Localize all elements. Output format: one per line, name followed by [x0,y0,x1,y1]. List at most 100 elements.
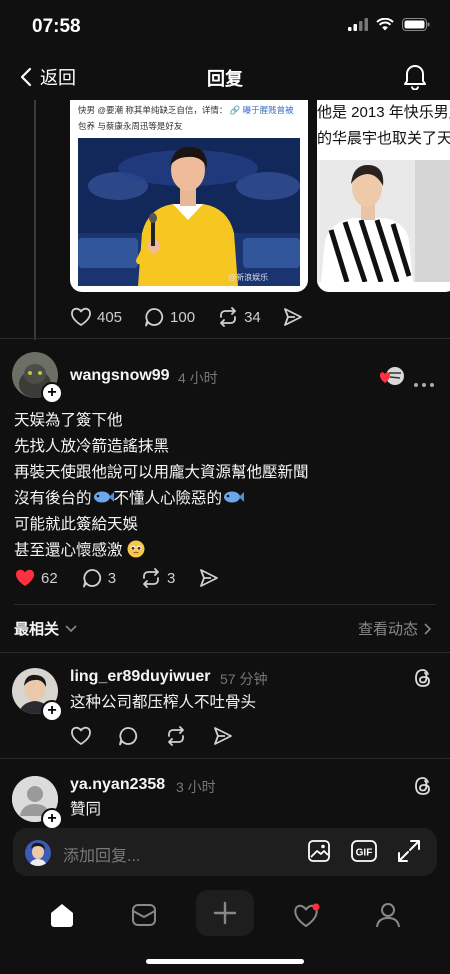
battery-icon [402,18,430,31]
thread-line [34,100,36,340]
tab-profile[interactable] [368,898,408,932]
send-icon[interactable] [213,726,233,746]
reply-time: 57 分钟 [220,671,268,687]
back-label: 返回 [40,68,76,88]
repost-count: 34 [244,308,261,326]
back-button[interactable]: 返回 [20,64,76,90]
card1-text: 快男 @要潮 称其单纯缺乏自信，详情： 🔗 曝于腥贱曾被 包养 与蔡康永周迅等是… [78,102,302,134]
card2-text-line2: 的华晨宇也取关了天娱 [317,130,450,147]
post-line: 再裝天使跟他說可以用龐大資源幫他壓新聞 [14,464,309,481]
post-time: 4 小时 [178,370,218,386]
heart-icon [15,569,35,586]
post-line: 沒有後台的 不懂人心險惡的 [14,486,309,512]
like-button[interactable]: 405 [70,307,122,327]
view-activity-link[interactable]: 查看动态 [358,618,432,639]
post-line-part: 甚至還心懷感激 [14,542,123,559]
card2-photo [317,160,450,282]
my-avatar [25,840,51,866]
reply-composer[interactable]: 添加回复... GIF [13,828,437,876]
reply-item: + ya.nyan2358 3 小时 贊同 [0,760,450,830]
tab-activity[interactable] [287,898,327,932]
like-count: 405 [97,308,123,326]
post-line-part: 不懂人心險惡的 [113,490,223,507]
reply-item: + ling_er89duyiwuer 57 分钟 这种公司都压榨人不吐骨头 [0,654,450,758]
card1-photo: @新浪娱乐 [78,138,300,286]
bell-icon [404,65,426,91]
card1-link: 🔗 曝于腥贱曾被 [229,105,294,115]
reply-button[interactable]: 3 [82,568,116,588]
post-line: 可能就此簽給天娛 [14,516,139,533]
reply-count: 3 [107,569,117,587]
reply-input[interactable]: 添加回复... [63,842,140,866]
reply-text: 这种公司都压榨人不吐骨头 [70,694,257,711]
reply-count: 100 [170,308,196,326]
gif-icon[interactable]: GIF [351,839,377,863]
reply-username[interactable]: ya.nyan2358 [70,776,165,794]
heart-icon[interactable] [70,726,92,746]
post-line: 天娱為了簽下他 [14,412,123,429]
comment-icon [145,308,164,327]
threads-link[interactable] [414,776,432,801]
sort-dropdown[interactable]: 最相关 [14,618,77,639]
reply-username[interactable]: ling_er89duyiwuer [70,668,211,686]
notification-button[interactable] [402,62,428,95]
post-body: 天娱為了簽下他 先找人放冷箭造謠抹黑 再裝天使跟他說可以用龐大資源幫他壓新聞 沒… [14,408,309,564]
expand-icon[interactable] [397,839,421,863]
chevron-down-icon [65,624,77,632]
sort-row: 最相关 查看动态 [0,612,450,644]
status-time: 07:58 [32,16,81,37]
fish-emoji-icon [224,491,245,503]
like-button[interactable]: 62 [14,568,58,588]
home-indicator [146,959,304,964]
tab-bar [0,884,450,946]
follow-plus-button[interactable]: + [41,808,63,830]
reply-text: 贊同 [70,801,102,818]
follow-plus-button[interactable]: + [41,382,63,404]
comment-icon[interactable] [118,726,139,746]
tab-home[interactable] [42,898,82,932]
svg-text:GIF: GIF [356,848,373,859]
post-action-row: 62 3 3 [14,568,219,588]
wifi-icon [376,18,394,31]
repost-count: 3 [167,569,176,587]
share-button[interactable] [283,307,303,327]
threads-icon [415,777,430,795]
signal-icon [348,18,368,31]
card1-text-line1: 快男 @要潮 称其单纯缺乏自信，详情： [78,105,228,115]
tab-create[interactable] [196,890,254,936]
post-username[interactable]: wangsnow99 [70,367,170,385]
reply-action-row [70,726,233,746]
send-icon [200,569,219,587]
more-button[interactable] [414,374,434,392]
image-icon[interactable] [307,839,331,863]
sort-label: 最相关 [14,621,60,638]
main-post: + wangsnow99 4 小时 天娱為了簽下他 先找人放冷箭造謠抹黑 再裝天… [0,340,450,610]
fish-emoji-icon [93,491,114,503]
repost-icon [220,307,236,327]
plus-icon [213,901,237,925]
send-icon [283,308,302,326]
reply-time: 3 小时 [176,779,216,795]
media-card-1[interactable]: 快男 @要潮 称其单纯缺乏自信，详情： 🔗 曝于腥贱曾被 包养 与蔡康永周迅等是… [70,100,308,292]
pleading-face-emoji-icon [127,540,145,558]
card2-text-line1: 他是 2013 年快乐男声 [317,104,450,121]
nav-bar: 返回 回复 [0,52,450,100]
repost-button[interactable]: 3 [140,568,175,588]
repost-button[interactable]: 34 [217,307,261,327]
status-bar: 07:58 [0,0,450,52]
follow-plus-button[interactable]: + [41,700,63,722]
share-button[interactable] [199,568,219,588]
parent-action-row: 405 100 34 [70,307,303,327]
activity-icon [294,903,320,927]
post-line-part: 沒有後台的 [14,490,92,507]
comment-icon [82,569,101,588]
inbox-icon [132,904,156,926]
reply-button[interactable]: 100 [144,307,195,327]
post-line: 先找人放冷箭造謠抹黑 [14,438,170,455]
reaction-avatar [379,365,405,392]
repost-icon[interactable] [165,726,187,746]
threads-link[interactable] [414,668,432,693]
tab-inbox[interactable] [124,898,164,932]
view-activity-label: 查看动态 [357,621,418,638]
media-card-2[interactable]: 他是 2013 年快乐男声 的华晨宇也取关了天娱 [317,100,450,292]
